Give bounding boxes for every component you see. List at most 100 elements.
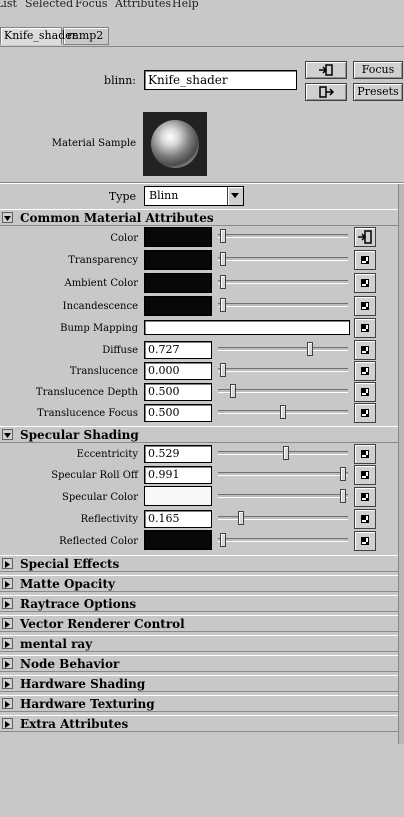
bump-mapping-field[interactable] xyxy=(144,320,350,335)
expand-right-icon[interactable] xyxy=(2,558,13,569)
focus-button[interactable]: Focus xyxy=(353,61,403,79)
reflectivity-field[interactable]: 0.165 xyxy=(144,510,212,528)
translucence-depth-map-button[interactable] xyxy=(354,382,376,402)
section-matte-opacity[interactable]: Matte Opacity xyxy=(0,575,398,592)
section-title: mental ray xyxy=(20,637,93,651)
expand-right-icon[interactable] xyxy=(2,578,13,589)
expand-right-icon[interactable] xyxy=(2,678,13,689)
translucence-focus-field[interactable]: 0.500 xyxy=(144,404,212,422)
bump-mapping-map-button[interactable] xyxy=(354,318,376,338)
menu-focus[interactable]: Focus xyxy=(75,0,108,10)
transparency-slider[interactable] xyxy=(218,252,348,266)
translucence-focus-map-button[interactable] xyxy=(354,403,376,423)
specular-color-swatch[interactable] xyxy=(144,486,212,506)
section-hardware-texturing[interactable]: Hardware Texturing xyxy=(0,695,398,712)
slider-thumb[interactable] xyxy=(283,446,289,460)
tab-knife-shader[interactable]: Knife_shader xyxy=(0,27,77,45)
color-slider[interactable] xyxy=(218,229,348,243)
ambient-color-swatch[interactable] xyxy=(144,273,212,293)
collapse-down-icon[interactable] xyxy=(2,212,13,223)
slider-thumb[interactable] xyxy=(220,252,226,266)
section-mental-ray[interactable]: mental ray xyxy=(0,635,398,652)
menu-attributes[interactable]: Attributes xyxy=(115,0,171,10)
diffuse-slider[interactable] xyxy=(218,342,348,356)
section-vector-renderer[interactable]: Vector Renderer Control xyxy=(0,615,398,632)
reflected-color-slider[interactable] xyxy=(218,533,348,547)
collapse-down-icon[interactable] xyxy=(2,429,13,440)
translucence-slider[interactable] xyxy=(218,363,348,377)
incandescence-slider[interactable] xyxy=(218,298,348,312)
checker-map-icon xyxy=(361,493,369,501)
chevron-down-icon[interactable] xyxy=(227,187,243,205)
section-raytrace-options[interactable]: Raytrace Options xyxy=(0,595,398,612)
ambient-color-label: Ambient Color xyxy=(64,278,138,289)
node-name-field[interactable]: Knife_shader xyxy=(144,70,297,90)
input-connection-button[interactable] xyxy=(305,61,347,79)
menu-help[interactable]: Help xyxy=(172,0,199,10)
arrow-in-icon xyxy=(319,64,333,76)
eccentricity-map-button[interactable] xyxy=(354,444,376,464)
diffuse-field[interactable]: 0.727 xyxy=(144,341,212,359)
translucence-depth-slider[interactable] xyxy=(218,384,348,398)
slider-thumb[interactable] xyxy=(220,363,226,377)
section-hardware-shading[interactable]: Hardware Shading xyxy=(0,675,398,692)
translucence-focus-slider[interactable] xyxy=(218,405,348,419)
translucence-map-button[interactable] xyxy=(354,361,376,381)
slider-thumb[interactable] xyxy=(340,489,346,503)
specular-color-map-button[interactable] xyxy=(354,487,376,507)
slider-thumb[interactable] xyxy=(220,275,226,289)
ambient-color-slider[interactable] xyxy=(218,275,348,289)
transparency-swatch[interactable] xyxy=(144,250,212,270)
specular-rolloff-map-button[interactable] xyxy=(354,465,376,485)
section-node-behavior[interactable]: Node Behavior xyxy=(0,655,398,672)
slider-thumb[interactable] xyxy=(220,533,226,547)
ambient-color-map-button[interactable] xyxy=(354,273,376,293)
expand-right-icon[interactable] xyxy=(2,638,13,649)
eccentricity-field[interactable]: 0.529 xyxy=(144,445,212,463)
reflectivity-slider[interactable] xyxy=(218,511,348,525)
menu-list[interactable]: List xyxy=(0,0,17,10)
section-specular-shading[interactable]: Specular Shading xyxy=(0,426,398,443)
checker-map-icon xyxy=(361,515,369,523)
section-extra-attributes[interactable]: Extra Attributes xyxy=(0,715,398,732)
expand-right-icon[interactable] xyxy=(2,698,13,709)
slider-thumb[interactable] xyxy=(280,405,286,419)
transparency-map-button[interactable] xyxy=(354,250,376,270)
diffuse-map-button[interactable] xyxy=(354,340,376,360)
slider-thumb[interactable] xyxy=(220,229,226,243)
section-title: Raytrace Options xyxy=(20,597,137,611)
section-title: Hardware Texturing xyxy=(20,697,155,711)
output-connection-button[interactable] xyxy=(305,83,347,101)
checker-map-icon xyxy=(361,367,369,375)
vertical-scrollbar[interactable] xyxy=(398,184,404,744)
incandescence-swatch[interactable] xyxy=(144,296,212,316)
color-swatch[interactable] xyxy=(144,227,212,247)
reflectivity-map-button[interactable] xyxy=(354,509,376,529)
type-label: Type xyxy=(108,190,136,203)
specular-rolloff-field[interactable]: 0.991 xyxy=(144,466,212,484)
specular-rolloff-slider[interactable] xyxy=(218,467,348,481)
expand-right-icon[interactable] xyxy=(2,618,13,629)
section-common-material[interactable]: Common Material Attributes xyxy=(0,209,398,226)
slider-thumb[interactable] xyxy=(238,511,244,525)
presets-button[interactable]: Presets xyxy=(353,83,403,101)
eccentricity-slider[interactable] xyxy=(218,446,348,460)
reflected-color-swatch[interactable] xyxy=(144,530,212,550)
incandescence-map-button[interactable] xyxy=(354,296,376,316)
type-dropdown[interactable]: Blinn xyxy=(144,186,244,206)
menu-selected[interactable]: Selected xyxy=(25,0,73,10)
expand-right-icon[interactable] xyxy=(2,598,13,609)
diffuse-label: Diffuse xyxy=(102,345,138,356)
specular-color-slider[interactable] xyxy=(218,489,348,503)
translucence-depth-field[interactable]: 0.500 xyxy=(144,383,212,401)
translucence-field[interactable]: 0.000 xyxy=(144,362,212,380)
reflected-color-map-button[interactable] xyxy=(354,531,376,551)
expand-right-icon[interactable] xyxy=(2,718,13,729)
slider-thumb[interactable] xyxy=(340,467,346,481)
section-special-effects[interactable]: Special Effects xyxy=(0,555,398,572)
expand-right-icon[interactable] xyxy=(2,658,13,669)
slider-thumb[interactable] xyxy=(230,384,236,398)
slider-thumb[interactable] xyxy=(220,298,226,312)
color-map-button[interactable] xyxy=(354,227,376,247)
slider-thumb[interactable] xyxy=(307,342,313,356)
